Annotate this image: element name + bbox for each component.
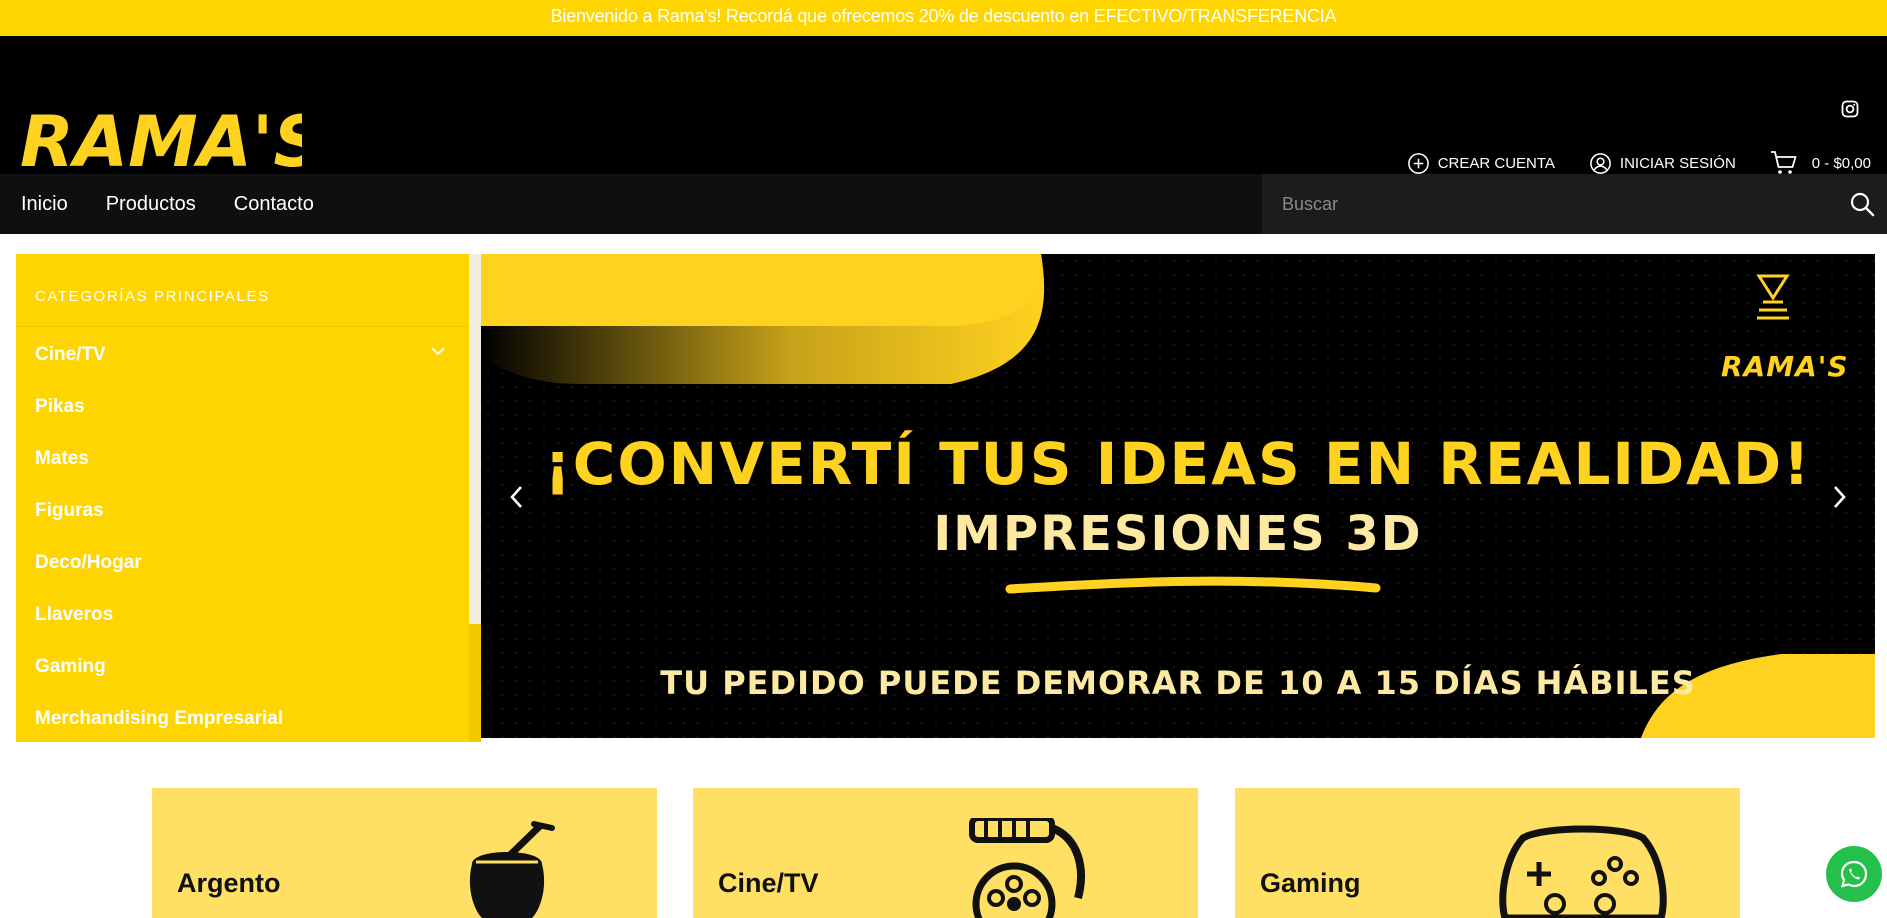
instagram-icon[interactable] [1841,100,1859,118]
login-link[interactable]: INICIAR SESIÓN [1589,152,1736,175]
login-label: INICIAR SESIÓN [1619,154,1736,172]
create-account-link[interactable]: CREAR CUENTA [1407,152,1555,175]
film-reel-icon [969,818,1085,918]
sidebar-title: CATEGORÍAS PRINCIPALES [35,288,270,305]
nav-item-productos[interactable]: Productos [106,193,196,216]
category-card-gaming[interactable]: Gaming [1235,788,1740,918]
ramas-logo[interactable]: RAMA'S [20,88,302,188]
gamepad-icon [1499,825,1667,918]
category-cards: Argento Cine/TV Gaming [152,788,1740,918]
sidebar-item-cine-tv[interactable]: Cine/TV [35,344,106,366]
account-bar: CREAR CUENTA INICIAR SESIÓN 0 - $0,00 [1373,150,1871,176]
announcement-bar: Bienvenido a Rama's! Recordá que ofrecem… [0,0,1887,36]
mate-icon [469,821,555,918]
sidebar-item-merchandising[interactable]: Merchandising Empresarial [35,708,283,730]
carousel-prev-icon[interactable] [505,482,529,512]
sidebar-item-figuras[interactable]: Figuras [35,500,104,522]
sidebar-scroll-thumb[interactable] [469,624,481,742]
carousel-next-icon[interactable] [1827,482,1851,512]
sidebar-item-mates[interactable]: Mates [35,448,89,470]
search-bar [1262,174,1887,234]
hero-banner[interactable]: RAMA'S ¡CONVERTÍ TUS IDEAS EN REALIDAD! … [481,254,1875,738]
category-card-label: Gaming [1260,868,1361,898]
user-icon [1590,152,1611,174]
banner-subheadline: IMPRESIONES 3D [933,506,1423,562]
search-input[interactable] [1282,174,1822,234]
site-header: RAMA'S CREAR CUENTA INICIAR SESIÓN 0 - $… [0,36,1887,183]
logo-text: RAMA'S [20,101,302,183]
category-sidebar: CATEGORÍAS PRINCIPALES Cine/TV Pikas Mat… [16,254,481,742]
sidebar-item-deco-hogar[interactable]: Deco/Hogar [35,552,142,574]
banner-brand: RAMA'S [1721,350,1849,383]
whatsapp-button[interactable] [1826,846,1882,902]
plus-circle-icon [1407,152,1429,174]
cart-link[interactable]: 0 - $0,00 [1770,150,1871,176]
sidebar-item-pikas[interactable]: Pikas [35,396,85,418]
sidebar-item-llaveros[interactable]: Llaveros [35,604,113,626]
nav-item-inicio[interactable]: Inicio [21,193,68,216]
cart-total: 0 - $0,00 [1811,154,1871,172]
banner-headline: ¡CONVERTÍ TUS IDEAS EN REALIDAD! [544,430,1812,498]
sidebar-divider [16,326,469,327]
category-card-label: Cine/TV [718,868,819,898]
whatsapp-icon [1840,860,1868,888]
cart-icon [1770,151,1797,174]
chevron-down-icon[interactable] [430,346,446,356]
main-nav: Inicio Productos Contacto [0,174,1887,234]
banner-note: TU PEDIDO PUEDE DEMORAR DE 10 A 15 DÍAS … [660,664,1696,702]
nav-item-contacto[interactable]: Contacto [234,193,314,216]
category-card-argento[interactable]: Argento [152,788,657,918]
category-card-cine-tv[interactable]: Cine/TV [693,788,1198,918]
category-card-label: Argento [177,868,281,898]
sidebar-item-gaming[interactable]: Gaming [35,656,106,678]
search-icon[interactable] [1849,191,1875,217]
create-account-label: CREAR CUENTA [1437,154,1555,172]
